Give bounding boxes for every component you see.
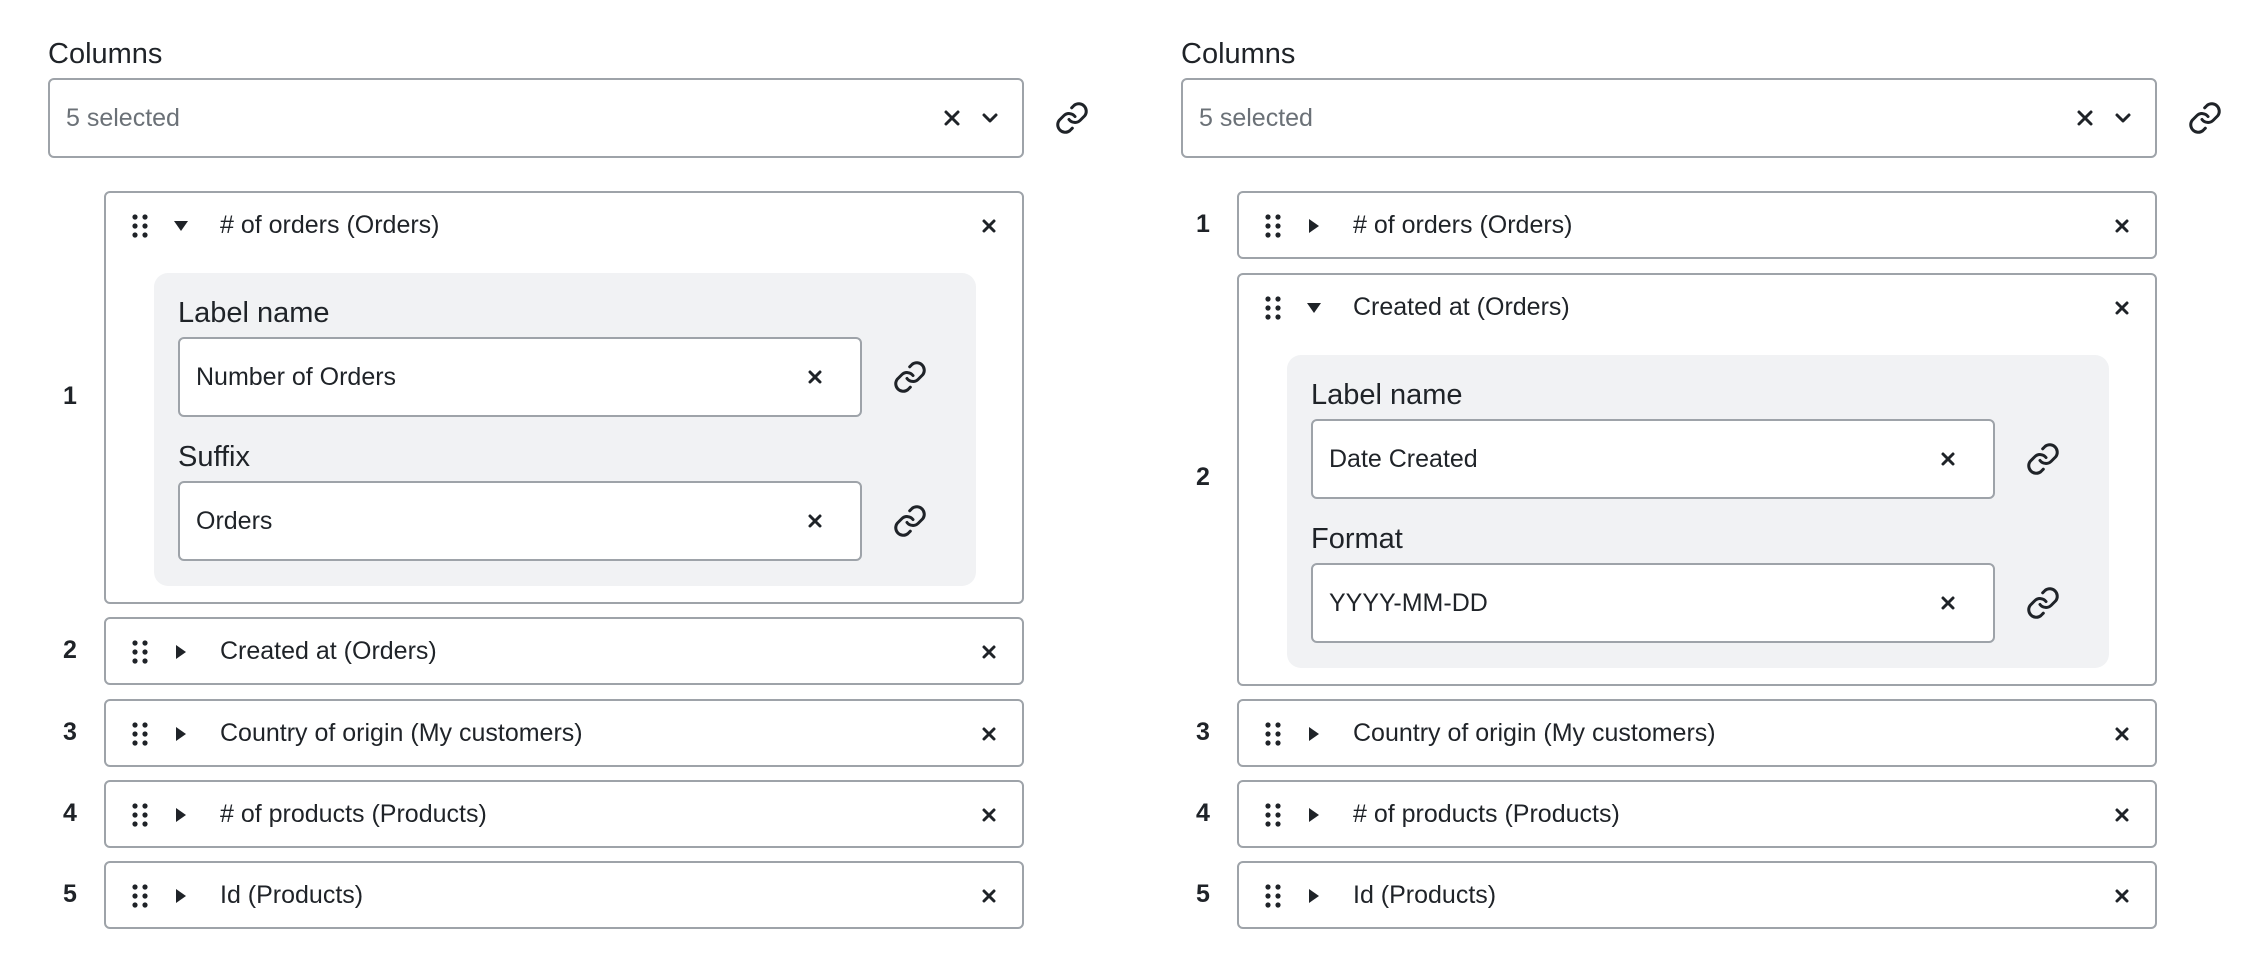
- column-row[interactable]: Created at (Orders): [104, 617, 1024, 685]
- column-row-label: Id (Products): [1353, 881, 1497, 909]
- triangle-down-icon[interactable]: [172, 217, 190, 235]
- triangle-right-icon[interactable]: [172, 643, 190, 661]
- label-name-input[interactable]: Number of Orders: [178, 337, 862, 417]
- field-label: Label name: [178, 297, 330, 329]
- column-row-label: # of orders (Orders): [1353, 211, 1573, 239]
- row-number: 2: [63, 636, 77, 664]
- close-icon[interactable]: [1933, 588, 1963, 618]
- columns-select-value: 5 selected: [1199, 104, 1313, 132]
- label-name-input[interactable]: Date Created: [1311, 419, 1995, 499]
- input-value: Orders: [196, 507, 273, 535]
- columns-label: Columns: [48, 38, 163, 70]
- columns-panel-left: Columns 5 selected 1 # of orders (Orders…: [48, 0, 1148, 978]
- column-row[interactable]: Id (Products): [1237, 861, 2157, 929]
- close-icon[interactable]: [974, 800, 1004, 830]
- column-row[interactable]: Created at (Orders) Label name Date Crea…: [1237, 273, 2157, 686]
- triangle-right-icon[interactable]: [1305, 217, 1323, 235]
- column-row-label: Created at (Orders): [220, 637, 437, 665]
- row-number: 1: [1196, 210, 1210, 238]
- triangle-right-icon[interactable]: [172, 806, 190, 824]
- triangle-right-icon[interactable]: [172, 887, 190, 905]
- columns-label: Columns: [1181, 38, 1296, 70]
- triangle-right-icon[interactable]: [1305, 887, 1323, 905]
- drag-handle-icon[interactable]: [1263, 802, 1283, 828]
- close-icon[interactable]: [934, 100, 970, 136]
- field-label: Suffix: [178, 441, 251, 473]
- close-icon[interactable]: [2107, 293, 2137, 323]
- column-row-label: # of orders (Orders): [220, 211, 440, 239]
- close-icon[interactable]: [974, 211, 1004, 241]
- row-number: 4: [1196, 799, 1210, 827]
- close-icon[interactable]: [2067, 100, 2103, 136]
- column-row[interactable]: # of products (Products): [1237, 780, 2157, 848]
- close-icon[interactable]: [2107, 881, 2137, 911]
- field-label: Label name: [1311, 379, 1463, 411]
- column-row-label: Created at (Orders): [1353, 293, 1570, 321]
- drag-handle-icon[interactable]: [130, 213, 150, 239]
- close-icon[interactable]: [974, 719, 1004, 749]
- link-icon[interactable]: [888, 355, 932, 399]
- close-icon[interactable]: [1933, 444, 1963, 474]
- close-icon[interactable]: [2107, 719, 2137, 749]
- column-settings: Label name Date Created Format YYYY-MM-D…: [1287, 355, 2109, 668]
- row-number: 4: [63, 799, 77, 827]
- format-input[interactable]: YYYY-MM-DD: [1311, 563, 1995, 643]
- close-icon[interactable]: [800, 362, 830, 392]
- triangle-down-icon[interactable]: [1305, 299, 1323, 317]
- drag-handle-icon[interactable]: [130, 639, 150, 665]
- link-icon[interactable]: [1050, 96, 1094, 140]
- suffix-input[interactable]: Orders: [178, 481, 862, 561]
- close-icon[interactable]: [800, 506, 830, 536]
- drag-handle-icon[interactable]: [130, 721, 150, 747]
- column-row-label: Country of origin (My customers): [220, 719, 583, 747]
- field-label: Format: [1311, 523, 1403, 555]
- triangle-right-icon[interactable]: [1305, 806, 1323, 824]
- input-value: Number of Orders: [196, 363, 397, 391]
- close-icon[interactable]: [974, 881, 1004, 911]
- column-row[interactable]: # of orders (Orders) Label name Number o…: [104, 191, 1024, 604]
- row-number: 5: [63, 880, 77, 908]
- row-number: 5: [1196, 880, 1210, 908]
- column-row[interactable]: # of orders (Orders): [1237, 191, 2157, 259]
- columns-select[interactable]: 5 selected: [1181, 78, 2157, 158]
- column-row[interactable]: # of products (Products): [104, 780, 1024, 848]
- drag-handle-icon[interactable]: [130, 883, 150, 909]
- columns-panel-right: Columns 5 selected 1 # of orders (Orders…: [1181, 0, 2260, 978]
- column-row-label: # of products (Products): [220, 800, 487, 828]
- input-value: YYYY-MM-DD: [1329, 589, 1488, 617]
- column-row-label: Country of origin (My customers): [1353, 719, 1716, 747]
- drag-handle-icon[interactable]: [1263, 883, 1283, 909]
- columns-select[interactable]: 5 selected: [48, 78, 1024, 158]
- input-value: Date Created: [1329, 445, 1478, 473]
- column-row[interactable]: Country of origin (My customers): [1237, 699, 2157, 767]
- link-icon[interactable]: [2021, 437, 2065, 481]
- drag-handle-icon[interactable]: [1263, 213, 1283, 239]
- column-row[interactable]: Id (Products): [104, 861, 1024, 929]
- column-row-label: Id (Products): [220, 881, 364, 909]
- row-number: 2: [1196, 463, 1210, 491]
- link-icon[interactable]: [2183, 96, 2227, 140]
- drag-handle-icon[interactable]: [1263, 295, 1283, 321]
- drag-handle-icon[interactable]: [130, 802, 150, 828]
- triangle-right-icon[interactable]: [1305, 725, 1323, 743]
- row-number: 1: [63, 382, 77, 410]
- row-number: 3: [1196, 718, 1210, 746]
- link-icon[interactable]: [888, 499, 932, 543]
- column-row-label: # of products (Products): [1353, 800, 1620, 828]
- column-row[interactable]: Country of origin (My customers): [104, 699, 1024, 767]
- columns-select-value: 5 selected: [66, 104, 180, 132]
- column-settings: Label name Number of Orders Suffix Order…: [154, 273, 976, 586]
- row-number: 3: [63, 718, 77, 746]
- close-icon[interactable]: [2107, 800, 2137, 830]
- triangle-right-icon[interactable]: [172, 725, 190, 743]
- close-icon[interactable]: [974, 637, 1004, 667]
- close-icon[interactable]: [2107, 211, 2137, 241]
- link-icon[interactable]: [2021, 581, 2065, 625]
- chevron-down-icon[interactable]: [2105, 100, 2141, 136]
- chevron-down-icon[interactable]: [972, 100, 1008, 136]
- drag-handle-icon[interactable]: [1263, 721, 1283, 747]
